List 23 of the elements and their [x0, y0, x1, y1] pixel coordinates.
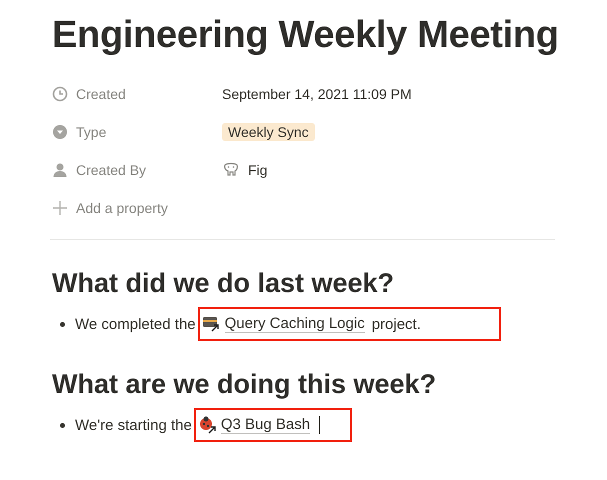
section-heading: What are we doing this week? [52, 369, 438, 400]
page-title: Engineering Weekly Meeting [52, 14, 555, 57]
add-property-button[interactable]: Add a property [76, 200, 168, 216]
bullet-text: We completed the Query Caching Logic project. [75, 307, 501, 341]
bullet-dot [60, 422, 65, 428]
property-label: Created By [76, 162, 146, 178]
property-value: Fig [248, 162, 268, 178]
elephant-icon [222, 162, 240, 178]
ladybug-icon [198, 416, 218, 434]
clock-icon [52, 86, 68, 102]
property-value: September 14, 2021 11:09 PM [222, 86, 412, 102]
dropdown-icon [52, 124, 68, 140]
section-heading: What did we do last week? [52, 268, 396, 299]
bullet-text: We're starting the Q3 Bug Bash [75, 408, 352, 442]
highlight-box: Query Caching Logic project. [198, 307, 501, 341]
page-link[interactable]: Query Caching Logic [224, 315, 365, 333]
person-icon [52, 162, 68, 178]
select-tag[interactable]: Weekly Sync [222, 123, 315, 141]
property-label: Type [76, 124, 106, 140]
property-label: Created [76, 86, 126, 102]
plus-icon [52, 200, 68, 216]
bullet-dot [60, 322, 65, 326]
page-link[interactable]: Q3 Bug Bash [220, 416, 310, 434]
